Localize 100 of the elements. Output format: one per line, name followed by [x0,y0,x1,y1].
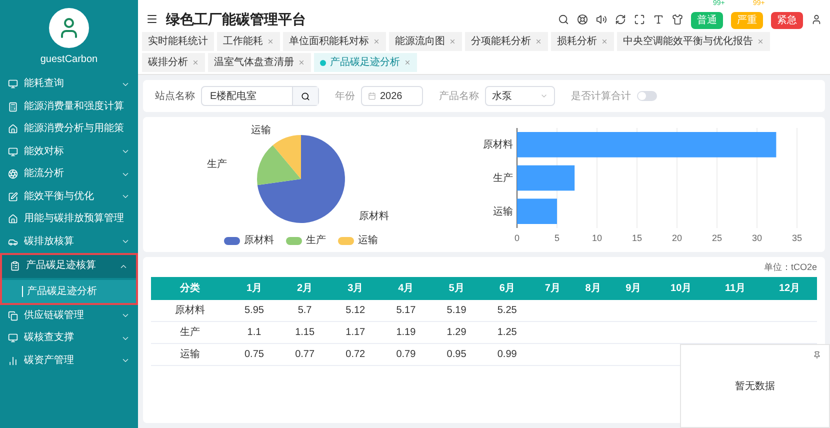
bar [517,164,575,190]
empty-message: 暂无数据 [735,380,775,394]
close-icon[interactable] [535,38,542,45]
tab[interactable]: 产品碳足迹分析 [314,53,417,72]
sidebar-item[interactable]: 能效对标 [0,140,138,163]
submenu-item[interactable]: 产品碳足迹分析 [2,280,136,302]
tab[interactable]: 中央空调能效平衡与优化报告 [617,32,770,51]
bar-chart-icon [8,356,18,366]
table-cell: 0.99 [482,343,532,365]
tab[interactable]: 损耗分析 [551,32,614,51]
legend-label: 原材料 [244,234,274,248]
edit-icon [8,192,18,202]
tab[interactable]: 能源流向图 [389,32,462,51]
close-icon[interactable] [449,38,456,45]
aperture-icon [8,169,18,180]
sidebar-item[interactable]: 能耗查询 [0,73,138,96]
table-cell: 0.75 [228,343,280,365]
legend-swatch [286,236,302,244]
monitor-icon [8,146,18,157]
font-icon[interactable] [653,14,664,24]
alert-button[interactable]: 紧急 [771,12,803,29]
tick-label: 30 [752,232,762,242]
tab[interactable]: 实时能耗统计 [142,32,214,51]
sidebar-item[interactable]: 碳资产管理 [0,350,138,372]
table-cell: 1.17 [330,321,381,343]
shirt-icon[interactable] [672,14,683,24]
table-cell: 5.17 [380,300,432,321]
sidebar-item[interactable]: 用能与碳排放预算管理 [0,208,138,230]
sidebar-item[interactable]: 能流分析 [0,163,138,186]
tick-label: 0 [514,232,520,242]
table-cell: 1.1 [228,321,280,343]
sidebar-item[interactable]: 碳排放核算 [0,230,138,253]
product-select[interactable]: 水泵 [485,86,555,106]
table-cell: 原材料 [151,300,229,321]
sidebar-item[interactable]: 碳核查支撑 [0,327,138,350]
fullscreen-icon[interactable] [634,14,645,24]
clipboard-icon [10,261,20,272]
sidebar-item[interactable]: 供应链碳管理 [0,304,138,327]
toggle-switch[interactable] [637,91,657,101]
tab[interactable]: 碳排分析 [142,53,205,72]
year-field[interactable]: 2026 [361,86,423,106]
close-icon[interactable] [267,38,274,45]
tab[interactable]: 分项能耗分析 [465,32,548,51]
table-cell: 5.12 [330,300,381,321]
tab[interactable]: 单位面积能耗对标 [283,32,386,51]
column-header: 7月 [532,276,573,300]
column-header: 2月 [280,276,330,300]
search-button[interactable] [292,87,318,105]
column-header: 4月 [380,276,432,300]
close-icon[interactable] [757,38,764,45]
tab[interactable]: 温室气体盘查清册 [208,53,311,72]
slice-label: 运输 [251,125,271,136]
table-cell: 1.25 [482,321,532,343]
lifebuoy-icon[interactable] [577,14,588,24]
station-field[interactable]: E楼配电室 [201,86,319,106]
table-cell: 1.19 [380,321,432,343]
bar [517,198,557,224]
menu-icon[interactable] [146,13,158,25]
axis-label: 原材料 [483,139,513,150]
pin-icon[interactable] [813,351,821,359]
table-cell: 0.72 [330,343,381,365]
close-icon[interactable] [192,59,199,66]
speaker-icon[interactable] [596,14,607,24]
close-icon[interactable] [404,59,411,66]
table-cell: 5.25 [482,300,532,321]
sidebar-item[interactable]: 能源消费量和强度计算 [0,96,138,118]
table-cell: 0.79 [380,343,432,365]
tick-label: 5 [554,232,560,242]
table-cell: 1.29 [431,321,482,343]
table-cell: 5.7 [280,300,330,321]
tick-label: 15 [632,232,642,242]
refresh-icon[interactable] [615,14,626,24]
close-icon[interactable] [601,38,608,45]
slice-label: 生产 [207,159,227,170]
user-icon[interactable] [811,14,822,24]
slice-label: 原材料 [359,211,389,222]
close-icon[interactable] [298,59,305,66]
username: guestCarbon [40,53,98,67]
sidebar-item[interactable]: 能源消费分析与用能策 [0,118,138,140]
search-icon[interactable] [558,14,569,24]
close-icon[interactable] [373,38,380,45]
copy-icon [8,310,18,321]
tick-label: 25 [712,232,722,242]
field-label: 年份 [335,90,355,104]
tick-label: 35 [792,232,802,242]
column-header: 1月 [228,276,280,300]
tick-label: 10 [592,232,602,242]
monitor-icon [8,333,18,344]
legend-label: 运输 [358,234,378,248]
sidebar-item[interactable]: 能效平衡与优化 [0,186,138,208]
search-icon [301,92,310,100]
column-header: 9月 [613,276,654,300]
unit-label: 单位：tCO2e [764,261,817,274]
alert-button[interactable]: 普通 [691,12,723,29]
column-header: 3月 [330,276,381,300]
sidebar-item[interactable]: 产品碳足迹核算 [2,255,136,278]
monitor-icon [8,79,18,90]
calculator-icon [8,102,18,112]
tab[interactable]: 工作能耗 [217,32,280,51]
axis-label: 生产 [493,172,513,184]
